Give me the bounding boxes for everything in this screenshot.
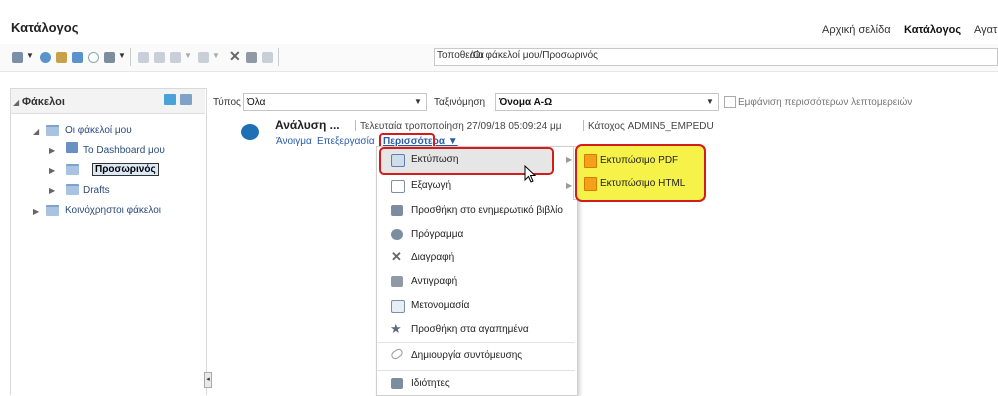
menu-item-print[interactable]: Εκτύπωση xyxy=(411,154,458,165)
pencil-icon[interactable] xyxy=(154,52,165,63)
expand-triangle-icon[interactable]: ▶ xyxy=(33,207,39,216)
search-icon[interactable] xyxy=(88,52,99,63)
edit-icon[interactable] xyxy=(138,52,149,63)
folder-icon xyxy=(66,184,79,195)
tree-item-my-folders[interactable]: Οι φάκελοί μου xyxy=(65,125,132,136)
submenu-item-pdf[interactable]: Εκτυπώσιμο PDF xyxy=(600,155,678,166)
menu-item-delete[interactable]: Διαγραφή xyxy=(411,252,454,263)
truncated-link[interactable]: Αγατ xyxy=(974,24,997,36)
menu-item-shortcut[interactable]: Δημιουργία συντόμευσης xyxy=(411,350,522,361)
location-value: /Οι φάκελοί μου/Προσωρινός xyxy=(470,50,599,61)
menu-item-properties[interactable]: Ιδιότητες xyxy=(411,378,450,389)
layout-icon[interactable] xyxy=(104,52,115,63)
open-link[interactable]: Άνοιγμα xyxy=(276,136,312,147)
menu-item-schedule[interactable]: Πρόγραμμα xyxy=(411,229,463,240)
menu-item-briefing-book[interactable]: Προσθήκη στο ενημερωτικό βιβλίο xyxy=(411,205,563,216)
menu-divider xyxy=(377,342,575,343)
expand-triangle-icon[interactable]: ▶ xyxy=(49,166,55,175)
schedule-icon xyxy=(391,229,403,240)
chevron-down-icon[interactable]: ▼ xyxy=(212,51,220,60)
paste-icon[interactable] xyxy=(262,52,273,63)
menu-item-favorites[interactable]: Προσθήκη στα αγαπημένα xyxy=(411,324,529,335)
chevron-down-icon[interactable]: ▼ xyxy=(26,51,34,60)
edit-link[interactable]: Επεξεργασία xyxy=(317,136,375,147)
tree-item-shared-folders[interactable]: Κοινόχρηστοι φάκελοι xyxy=(65,205,161,216)
view-icon[interactable] xyxy=(12,52,23,63)
html-icon xyxy=(584,177,597,191)
delete-icon[interactable]: ✕ xyxy=(229,48,241,65)
item-title[interactable]: Ανάλυση ... xyxy=(275,118,340,132)
catalog-link[interactable]: Κατάλογος xyxy=(904,24,961,36)
expand-triangle-icon[interactable]: ▶ xyxy=(49,186,55,195)
chevron-down-icon[interactable]: ▼ xyxy=(118,51,126,60)
menu-divider xyxy=(377,370,575,371)
meta-divider xyxy=(583,120,584,131)
folder-up-icon[interactable] xyxy=(56,52,67,63)
tree-item-temporary[interactable]: Προσωρινός xyxy=(92,163,159,176)
menu-item-copy[interactable]: Αντιγραφή xyxy=(411,276,457,287)
pane-splitter-handle[interactable]: ◂ xyxy=(204,372,212,388)
menu-item-rename[interactable]: Μετονομασία xyxy=(411,300,469,311)
folder-icon xyxy=(46,205,59,216)
type-label: Τύπος xyxy=(213,97,241,108)
submenu-arrow-icon: ▶ xyxy=(566,181,573,190)
chevron-down-icon: ▼ xyxy=(414,97,422,106)
folder-icon xyxy=(66,164,79,175)
print-submenu-highlight xyxy=(575,144,706,202)
copy-icon[interactable] xyxy=(246,52,257,63)
page-title: Κατάλογος xyxy=(11,20,79,35)
folder-icon xyxy=(46,125,59,136)
expand-triangle-icon[interactable]: ▶ xyxy=(49,146,55,155)
collapse-triangle-icon[interactable]: ◢ xyxy=(13,98,19,107)
tree-item-drafts[interactable]: Drafts xyxy=(83,185,110,196)
menu-item-export[interactable]: Εξαγωγή xyxy=(411,180,451,191)
delete-icon: ✕ xyxy=(391,249,402,264)
sort-value: Όνομα Α-Ω xyxy=(499,97,553,108)
export-icon xyxy=(391,180,405,193)
print-icon xyxy=(391,154,405,167)
toolbar-divider xyxy=(130,48,131,66)
item-modified: Τελευταία τροποποίηση 27/09/18 05:09:24 … xyxy=(360,121,562,132)
details-checkbox[interactable] xyxy=(724,96,736,108)
properties-icon xyxy=(391,378,403,389)
print-icon[interactable] xyxy=(170,52,181,63)
favorite-icon: ★ xyxy=(390,321,402,336)
copy-icon xyxy=(391,276,403,287)
chevron-down-icon[interactable]: ▼ xyxy=(184,51,192,60)
home-link[interactable]: Αρχική σελίδα xyxy=(822,24,891,36)
expand-triangle-icon[interactable]: ◢ xyxy=(33,127,39,136)
pdf-icon xyxy=(584,154,597,168)
details-label: Εμφάνιση περισσότερων λεπτομερειών xyxy=(738,97,913,108)
dashboard-icon xyxy=(66,142,78,153)
toolbar-divider xyxy=(278,48,279,66)
briefing-book-icon xyxy=(391,205,403,216)
app-header xyxy=(0,0,998,45)
item-owner: Κάτοχος ADMIN5_EMPEDU xyxy=(588,121,714,132)
export-icon[interactable] xyxy=(198,52,209,63)
tree-item-dashboard[interactable]: Το Dashboard μου xyxy=(83,145,165,156)
tree-view-icon[interactable] xyxy=(164,94,176,105)
chevron-down-icon: ▼ xyxy=(706,97,714,106)
refresh-icon[interactable] xyxy=(40,52,51,63)
type-select[interactable] xyxy=(243,93,427,111)
mouse-cursor-icon xyxy=(524,165,537,183)
type-value: Όλα xyxy=(247,97,266,108)
folders-pane-title: Φάκελοι xyxy=(22,96,65,108)
submenu-arrow-icon: ▶ xyxy=(566,155,573,164)
folder-view-icon[interactable] xyxy=(180,94,192,105)
new-folder-icon[interactable] xyxy=(72,52,83,63)
meta-divider xyxy=(355,120,356,131)
analysis-icon[interactable] xyxy=(241,124,259,140)
submenu-item-html[interactable]: Εκτυπώσιμο HTML xyxy=(600,178,685,189)
rename-icon xyxy=(391,300,405,313)
sort-label: Ταξινόμηση xyxy=(434,97,486,108)
